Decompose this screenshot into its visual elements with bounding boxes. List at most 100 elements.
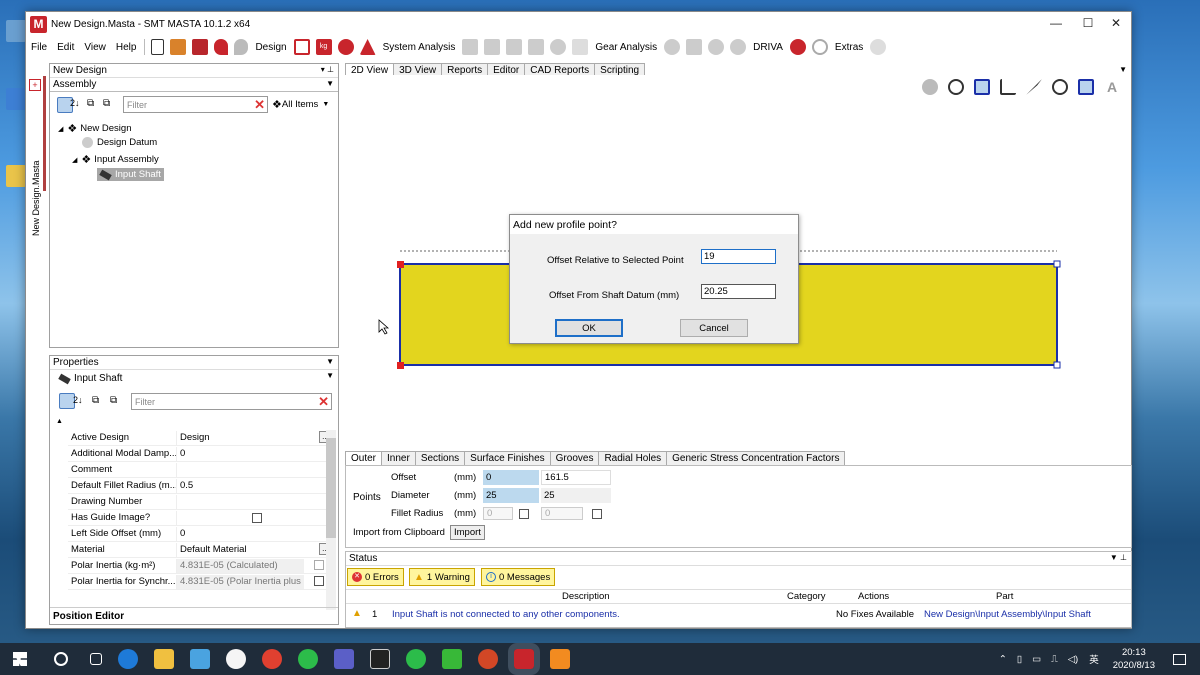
property-row[interactable]: Left Side Offset (mm) 0 — [68, 526, 334, 542]
gear-3-icon[interactable] — [730, 39, 747, 55]
app-icon[interactable] — [190, 649, 210, 669]
clear-filter-icon[interactable]: ✕ — [318, 395, 329, 408]
maximize-button[interactable]: ☐ — [1073, 12, 1103, 34]
teams-icon[interactable] — [334, 649, 354, 669]
tree-filter-input[interactable]: Filter ✕ — [123, 96, 268, 113]
fillet-checkbox-1[interactable] — [519, 509, 529, 519]
menu-view[interactable]: View — [79, 42, 111, 53]
property-value[interactable]: Default Material — [176, 542, 334, 557]
gear-analysis-tab[interactable]: Gear Analysis — [591, 42, 661, 53]
tab-sections[interactable]: Sections — [414, 451, 466, 465]
save-icon[interactable] — [192, 39, 209, 55]
tray-expand-icon[interactable]: ⌃ — [999, 654, 1007, 665]
property-row[interactable]: Drawing Number — [68, 494, 334, 510]
property-value[interactable] — [176, 494, 334, 509]
status-table-row[interactable]: ▲ 1 Input Shaft is not connected to any … — [346, 606, 1131, 624]
new-document-icon[interactable]: + — [29, 79, 41, 91]
menu-file[interactable]: File — [26, 42, 52, 53]
ok-button[interactable]: OK — [555, 319, 623, 337]
tree-item-input-assembly[interactable]: ◢ ❖ Input Assembly — [72, 153, 159, 166]
view-menu-icon[interactable]: ▼ — [1119, 65, 1127, 74]
function-icon[interactable] — [572, 39, 589, 55]
tree-item-input-shaft[interactable]: Input Shaft — [97, 168, 164, 181]
offset-relative-input[interactable]: 19 — [701, 249, 776, 264]
battery-icon[interactable]: ▭ — [1032, 654, 1041, 665]
undo-icon[interactable] — [214, 39, 229, 55]
clock-icon[interactable] — [811, 39, 828, 55]
cube-icon[interactable] — [686, 39, 703, 55]
tab-generic-stress[interactable]: Generic Stress Concentration Factors — [666, 451, 846, 465]
edge-icon[interactable] — [118, 649, 138, 669]
search-icon[interactable] — [54, 652, 68, 666]
app-icon[interactable] — [226, 649, 246, 669]
override-checkbox[interactable] — [314, 560, 324, 570]
property-row[interactable]: Default Fillet Radius (m... 0.5 — [68, 478, 334, 494]
collapse-arrow-icon[interactable]: ◢ — [58, 125, 63, 133]
profile-point-handle[interactable] — [1053, 260, 1061, 268]
assembly-dropdown[interactable]: Assembly ▼ — [50, 78, 338, 92]
moon-icon[interactable] — [870, 39, 887, 55]
close-button[interactable]: ✕ — [1101, 12, 1131, 34]
fillet-cell-2[interactable]: 0 — [541, 507, 583, 520]
profile-point-handle[interactable] — [397, 362, 404, 369]
masta-taskbar-icon[interactable] — [508, 643, 540, 675]
triangle-tool-icon[interactable] — [359, 39, 376, 55]
property-row[interactable]: Additional Modal Damp... 0 — [68, 446, 334, 462]
windows-start-icon[interactable] — [13, 652, 27, 666]
property-value[interactable] — [176, 462, 334, 477]
desktop-icon[interactable] — [6, 20, 26, 42]
gear-2-icon[interactable] — [708, 39, 725, 55]
task-view-icon[interactable] — [90, 653, 102, 665]
driva-tab[interactable]: DRIVA — [749, 42, 787, 53]
position-editor-tab[interactable]: Position Editor — [50, 607, 338, 624]
app-icon[interactable] — [550, 649, 570, 669]
offset-cell-2[interactable]: 161.5 — [541, 470, 611, 485]
redo-icon[interactable] — [234, 39, 249, 55]
chrome-icon[interactable] — [262, 649, 282, 669]
sort-az-icon[interactable]: 2↓ — [73, 395, 83, 405]
property-row[interactable]: Comment — [68, 462, 334, 478]
property-value[interactable]: 0 — [176, 446, 334, 461]
properties-filter-input[interactable]: Filter ✕ — [131, 393, 332, 410]
ime-indicator[interactable]: 英 — [1089, 652, 1099, 666]
status-row-part[interactable]: New Design\Input Assembly\Input Shaft — [924, 609, 1091, 620]
all-items-dropdown[interactable]: ❖ All Items ▼ — [272, 98, 329, 111]
guide-image-checkbox[interactable] — [252, 512, 262, 523]
analysis-tool-3-icon[interactable] — [506, 39, 523, 55]
materials-stack-icon[interactable] — [337, 39, 354, 55]
column-actions[interactable]: Actions — [858, 591, 889, 602]
minimize-button[interactable]: — — [1041, 12, 1071, 34]
property-row[interactable]: Has Guide Image? — [68, 510, 334, 526]
offset-cell-1[interactable]: 0 — [483, 470, 539, 485]
offset-datum-input[interactable]: 20.25 — [701, 284, 776, 299]
desktop-icon[interactable] — [6, 88, 26, 110]
network-icon[interactable]: ⎍ — [1051, 654, 1058, 665]
import-button[interactable]: Import — [450, 525, 485, 540]
tab-radial-holes[interactable]: Radial Holes — [598, 451, 668, 465]
design-tab[interactable]: Design — [251, 42, 290, 53]
clock[interactable]: 20:13 2020/8/13 — [1113, 646, 1155, 672]
tab-surface-finishes[interactable]: Surface Finishes — [464, 451, 551, 465]
side-tab-label[interactable]: New Design.Masta — [31, 160, 41, 236]
override-checkbox[interactable] — [314, 576, 324, 586]
fillet-checkbox-2[interactable] — [592, 509, 602, 519]
tray-usb-icon[interactable]: ▯ — [1017, 654, 1022, 665]
diameter-cell-2[interactable]: 25 — [541, 488, 611, 503]
app-icon[interactable] — [442, 649, 462, 669]
fillet-cell-1[interactable]: 0 — [483, 507, 513, 520]
collapse-all-icon[interactable]: ⧉ — [103, 98, 110, 109]
new-file-icon[interactable] — [151, 39, 165, 55]
extras-tab[interactable]: Extras — [831, 42, 867, 53]
file-explorer-icon[interactable] — [154, 649, 174, 669]
design-shaft-icon[interactable] — [293, 39, 310, 55]
tab-grooves[interactable]: Grooves — [549, 451, 600, 465]
expand-all-icon[interactable]: ⧉ — [87, 98, 94, 109]
tree-item-new-design[interactable]: ◢ ❖ New Design — [58, 122, 131, 135]
cancel-button[interactable]: Cancel — [680, 319, 748, 337]
collapse-all-icon[interactable]: ⧉ — [110, 395, 117, 406]
sort-az-icon[interactable]: 2↓ — [70, 98, 80, 108]
property-value[interactable]: 0.5 — [176, 478, 334, 493]
notifications-icon[interactable] — [1173, 653, 1186, 665]
system-analysis-tab[interactable]: System Analysis — [379, 42, 460, 53]
pin-icon[interactable]: ▾ ⊥ — [321, 65, 334, 74]
